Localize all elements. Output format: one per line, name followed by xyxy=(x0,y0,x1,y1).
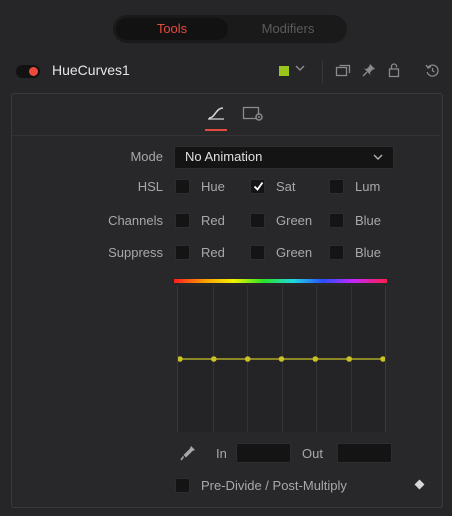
predivide-checkbox[interactable] xyxy=(175,478,190,493)
hue-curve-graph[interactable] xyxy=(177,286,386,432)
curve-control-point[interactable] xyxy=(312,356,319,362)
chevron-down-icon xyxy=(373,150,383,165)
pin-icon[interactable] xyxy=(360,60,378,80)
node-name[interactable]: HueCurves1 xyxy=(52,62,130,78)
channel-green-checkbox[interactable] xyxy=(250,213,265,228)
hue-spectrum-bar xyxy=(174,279,387,283)
channel-red-label: Red xyxy=(201,213,225,228)
sat-checkbox[interactable] xyxy=(250,179,265,194)
power-toggle-icon[interactable] xyxy=(16,65,40,78)
suppress-blue-checkbox[interactable] xyxy=(329,245,344,260)
channel-blue-label: Blue xyxy=(355,213,382,228)
window-icon[interactable] xyxy=(334,60,352,80)
tool-tab-bar: Tools Modifiers xyxy=(113,15,347,43)
suppress-label: Suppress xyxy=(108,245,163,260)
suppress-green-label: Green xyxy=(276,245,313,260)
curve-control-point[interactable] xyxy=(178,356,183,362)
inspector-panel: Tools Modifiers HueCurves1 Mode No Anima… xyxy=(0,0,452,516)
header-divider xyxy=(322,61,323,83)
reset-icon[interactable] xyxy=(423,60,441,80)
curve-control-point[interactable] xyxy=(346,356,352,362)
curve-canvas[interactable] xyxy=(178,286,385,432)
curve-control-point[interactable] xyxy=(244,356,251,362)
suppress-red-checkbox[interactable] xyxy=(175,245,190,260)
hsl-label: HSL xyxy=(137,179,163,194)
channels-label: Channels xyxy=(108,213,163,228)
mode-value: No Animation xyxy=(185,149,263,164)
node-color-chip[interactable] xyxy=(279,66,289,76)
lum-label: Lum xyxy=(355,179,381,194)
in-label: In xyxy=(216,446,227,461)
active-subtab-indicator xyxy=(205,129,227,131)
suppress-blue-label: Blue xyxy=(355,245,382,260)
curve-control-point[interactable] xyxy=(278,356,285,362)
check-icon xyxy=(253,181,264,191)
mode-dropdown[interactable]: No Animation xyxy=(174,146,394,169)
out-label: Out xyxy=(302,446,323,461)
tab-modifiers[interactable]: Modifiers xyxy=(232,18,344,40)
curve-control-point[interactable] xyxy=(380,356,385,362)
curve-control-point[interactable] xyxy=(211,356,217,362)
suppress-red-label: Red xyxy=(201,245,225,260)
lum-checkbox[interactable] xyxy=(329,179,344,194)
lock-icon[interactable] xyxy=(385,60,403,80)
toggle-dot xyxy=(29,67,38,76)
tab-tools[interactable]: Tools xyxy=(116,18,228,40)
out-field[interactable] xyxy=(337,443,392,463)
chevron-down-icon[interactable] xyxy=(295,63,305,76)
subtab-separator xyxy=(12,135,440,136)
sat-label: Sat xyxy=(276,179,296,194)
hue-label: Hue xyxy=(201,179,225,194)
channel-green-label: Green xyxy=(276,213,313,228)
mode-label: Mode xyxy=(130,149,163,164)
hue-checkbox[interactable] xyxy=(175,179,190,194)
channel-blue-checkbox[interactable] xyxy=(329,213,344,228)
in-field[interactable] xyxy=(236,443,291,463)
settings-icon[interactable] xyxy=(237,100,269,126)
channel-red-checkbox[interactable] xyxy=(175,213,190,228)
eyedropper-icon[interactable] xyxy=(179,444,197,465)
predivide-label: Pre-Divide / Post-Multiply xyxy=(201,478,347,493)
suppress-green-checkbox[interactable] xyxy=(250,245,265,260)
curve-icon[interactable] xyxy=(200,100,232,126)
